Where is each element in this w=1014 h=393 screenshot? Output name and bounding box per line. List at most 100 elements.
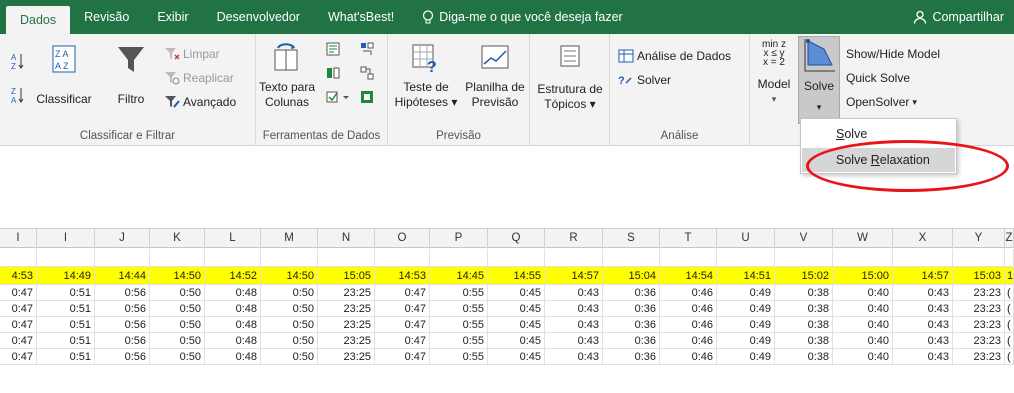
cell[interactable]: 0:55 <box>430 333 488 348</box>
cell[interactable]: 0:40 <box>833 349 893 364</box>
cell[interactable] <box>375 249 430 266</box>
cell[interactable] <box>1005 249 1014 266</box>
tab-exibir[interactable]: Exibir <box>143 0 202 34</box>
cell[interactable]: ( <box>1005 333 1014 348</box>
tab-whatsbest[interactable]: What'sBest! <box>314 0 408 34</box>
cell[interactable]: 0:48 <box>205 301 261 316</box>
cell[interactable]: 0:50 <box>261 349 318 364</box>
cell[interactable]: 14:53 <box>375 267 430 284</box>
cell[interactable]: 14:54 <box>660 267 717 284</box>
cell[interactable]: 0:56 <box>95 301 150 316</box>
cell[interactable]: 0:47 <box>0 285 37 300</box>
cell[interactable]: 0:48 <box>205 333 261 348</box>
cell[interactable]: 0:50 <box>261 301 318 316</box>
cell[interactable]: ( <box>1005 317 1014 332</box>
consolidate-button[interactable] <box>360 42 374 56</box>
cell[interactable]: 0:45 <box>488 285 545 300</box>
cell[interactable]: 23:23 <box>953 301 1005 316</box>
cell[interactable]: 0:49 <box>717 285 775 300</box>
cell[interactable]: 0:40 <box>833 317 893 332</box>
cell[interactable]: 0:43 <box>545 333 603 348</box>
column-header[interactable]: L <box>205 229 261 248</box>
cell[interactable]: 0:50 <box>261 317 318 332</box>
column-header[interactable]: W <box>833 229 893 248</box>
cell[interactable]: 0:55 <box>430 301 488 316</box>
model-button[interactable]: min z x ≤ y x = 2 Model ▾ <box>752 40 796 107</box>
cell[interactable]: 0:47 <box>0 317 37 332</box>
cell[interactable]: 14:50 <box>261 267 318 284</box>
cell[interactable] <box>37 249 95 266</box>
column-header[interactable]: T <box>660 229 717 248</box>
cell[interactable]: 23:25 <box>318 285 375 300</box>
cell[interactable]: 0:36 <box>603 333 660 348</box>
cell[interactable] <box>0 249 37 266</box>
text-to-columns-button[interactable]: Texto para Colunas <box>256 42 318 110</box>
menu-item-solve-relaxation[interactable]: Solve Relaxation <box>802 148 955 172</box>
cell[interactable]: 0:48 <box>205 317 261 332</box>
cell[interactable]: 15 <box>1005 267 1014 284</box>
column-header[interactable]: S <box>603 229 660 248</box>
cell[interactable]: 0:51 <box>37 285 95 300</box>
cell[interactable]: 14:44 <box>95 267 150 284</box>
tab-desenvolvedor[interactable]: Desenvolvedor <box>203 0 314 34</box>
cell[interactable] <box>717 249 775 266</box>
cell[interactable]: 0:40 <box>833 301 893 316</box>
cell[interactable]: 0:38 <box>775 333 833 348</box>
cell[interactable]: 0:45 <box>488 317 545 332</box>
cell[interactable]: ( <box>1005 349 1014 364</box>
cell[interactable]: 0:48 <box>205 349 261 364</box>
cell[interactable]: 0:43 <box>545 301 603 316</box>
filter-button[interactable]: Filtro <box>106 44 156 107</box>
column-header[interactable]: Y <box>953 229 1005 248</box>
cell[interactable]: 0:50 <box>261 333 318 348</box>
cell[interactable]: 0:49 <box>717 301 775 316</box>
cell[interactable]: 0:49 <box>717 349 775 364</box>
cell[interactable]: 15:04 <box>603 267 660 284</box>
remove-duplicates-button[interactable] <box>326 66 340 80</box>
cell[interactable]: ( <box>1005 285 1014 300</box>
cell[interactable]: 0:56 <box>95 285 150 300</box>
share-button[interactable]: Compartilhar <box>913 0 1004 34</box>
data-analysis-button[interactable]: Análise de Dados <box>618 48 731 64</box>
cell[interactable]: 15:05 <box>318 267 375 284</box>
show-hide-model-button[interactable]: Show/Hide Model <box>846 46 940 62</box>
cell[interactable]: 0:49 <box>717 333 775 348</box>
cell[interactable]: 0:50 <box>150 285 205 300</box>
cell[interactable]: 15:00 <box>833 267 893 284</box>
cell[interactable]: 0:51 <box>37 349 95 364</box>
cell[interactable]: 0:46 <box>660 301 717 316</box>
tab-dados[interactable]: Dados <box>6 6 71 34</box>
cell[interactable]: 23:23 <box>953 349 1005 364</box>
cell[interactable] <box>953 249 1005 266</box>
cell[interactable] <box>545 249 603 266</box>
menu-item-solve[interactable]: Solve <box>802 122 955 146</box>
column-header[interactable]: X <box>893 229 953 248</box>
cell[interactable]: 0:55 <box>430 285 488 300</box>
relationships-button[interactable] <box>360 66 374 80</box>
cell[interactable]: 0:47 <box>0 301 37 316</box>
cell[interactable]: 0:43 <box>893 285 953 300</box>
cell[interactable]: 0:36 <box>603 317 660 332</box>
cell[interactable]: 0:38 <box>775 285 833 300</box>
advanced-filter-button[interactable]: Avançado <box>164 94 236 110</box>
column-header[interactable]: R <box>545 229 603 248</box>
whatif-analysis-button[interactable]: ? Teste de Hipóteses ▾ <box>394 42 458 110</box>
cell[interactable] <box>833 249 893 266</box>
cell[interactable]: 0:46 <box>660 349 717 364</box>
cell[interactable] <box>205 249 261 266</box>
cell[interactable]: 0:48 <box>205 285 261 300</box>
cell[interactable]: 0:43 <box>545 349 603 364</box>
cell[interactable]: 0:40 <box>833 285 893 300</box>
cell[interactable]: 15:03 <box>953 267 1005 284</box>
cell[interactable] <box>430 249 488 266</box>
solve-dropdown-arrow[interactable]: ▾ <box>799 100 839 115</box>
quick-solve-button[interactable]: Quick Solve <box>846 70 910 86</box>
column-header[interactable]: M <box>261 229 318 248</box>
tell-me-box[interactable]: Diga-me o que você deseja fazer <box>408 0 623 34</box>
outline-button[interactable]: Estrutura de Tópicos ▾ <box>534 44 606 112</box>
cell[interactable]: 0:36 <box>603 349 660 364</box>
cell[interactable]: 0:40 <box>833 333 893 348</box>
cell[interactable]: 0:46 <box>660 333 717 348</box>
cell[interactable] <box>603 249 660 266</box>
cell[interactable]: 0:45 <box>488 349 545 364</box>
